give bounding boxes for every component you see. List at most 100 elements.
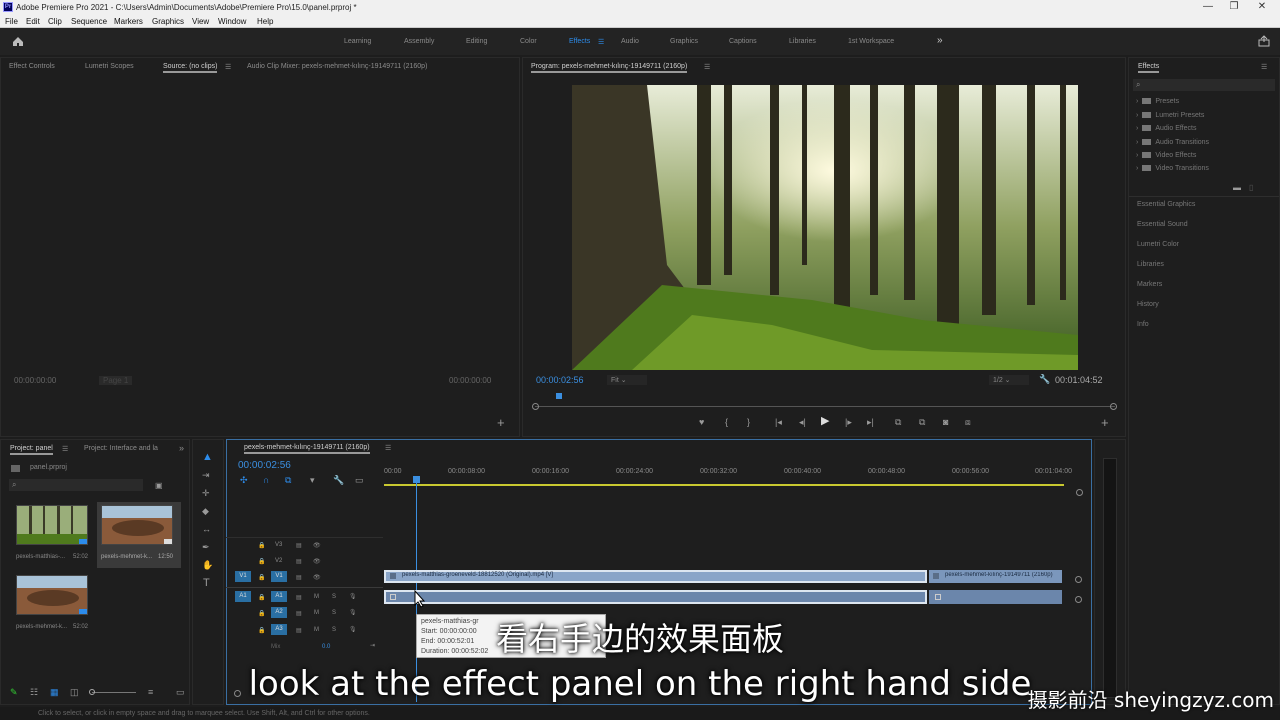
extract-icon[interactable]: ⧉ — [919, 418, 925, 427]
clip-thumbnail-canyon-2[interactable] — [16, 575, 88, 615]
program-playhead[interactable] — [556, 393, 562, 399]
menu-window[interactable]: Window — [218, 17, 246, 26]
effects-item-video-effects[interactable]: › Video Effects — [1136, 152, 1196, 159]
scroll-handle[interactable] — [1076, 489, 1083, 496]
go-to-out-icon[interactable]: ▸| — [867, 418, 874, 427]
menu-help[interactable]: Help — [257, 17, 273, 26]
lift-icon[interactable]: ⧉ — [895, 418, 901, 427]
microphone-icon[interactable]: 🎙 — [349, 593, 357, 600]
step-forward-icon[interactable]: |▸ — [845, 418, 852, 427]
tab-sequence[interactable]: pexels-mehmet-kılınç-19149711 (2160p) — [244, 444, 370, 454]
tab-project-interface[interactable]: Project: Interface and la — [84, 445, 158, 452]
razor-tool-icon[interactable]: ◆ — [202, 507, 209, 516]
lock-icon[interactable]: 🔒 — [258, 574, 265, 581]
mute-button[interactable]: M — [314, 594, 319, 600]
maximize-icon[interactable]: ❐ — [1224, 1, 1244, 12]
captions-icon[interactable]: ▭ — [355, 476, 364, 485]
effects-item-lumetri-presets[interactable]: › Lumetri Presets — [1136, 112, 1204, 119]
menu-graphics[interactable]: Graphics — [152, 17, 184, 26]
effects-item-presets[interactable]: › Presets — [1136, 98, 1179, 105]
tab-source[interactable]: Source: (no clips) — [163, 63, 218, 73]
panel-markers[interactable]: Markers — [1137, 281, 1162, 288]
go-to-in-icon[interactable]: |◂ — [775, 418, 782, 427]
resolution-dropdown[interactable]: 1/2 ⌄ — [989, 375, 1029, 385]
video-clip-2[interactable]: pexels-mehmet-kılınç-19149711 (2160p) — [929, 570, 1062, 583]
mark-out-icon[interactable]: } — [747, 418, 750, 427]
lock-icon[interactable]: 🔒 — [258, 558, 265, 565]
sync-lock-icon[interactable]: ▤ — [296, 558, 302, 565]
workspace-1st[interactable]: 1st Workspace — [848, 38, 894, 45]
new-bin-icon[interactable]: ▬ — [1233, 183, 1241, 192]
wrench-icon[interactable]: 🔧 — [1039, 375, 1050, 384]
panel-libraries[interactable]: Libraries — [1137, 261, 1164, 268]
program-tab-menu-icon[interactable]: ☰ — [704, 63, 710, 71]
add-marker-icon[interactable]: ♥ — [699, 418, 704, 427]
clip-thumbnail-canyon[interactable] — [101, 505, 173, 545]
eye-icon[interactable]: 👁 — [313, 558, 321, 565]
step-back-icon[interactable]: ◂| — [799, 418, 806, 427]
timeline-settings-icon[interactable]: 🔧 — [333, 476, 344, 485]
scrub-end-handle[interactable] — [1110, 403, 1117, 410]
sequence-tab-menu-icon[interactable]: ☰ — [385, 444, 391, 452]
effects-item-audio-effects[interactable]: › Audio Effects — [1136, 125, 1196, 132]
snap-icon[interactable]: ✣ — [240, 476, 248, 485]
add-marker-icon[interactable]: ▾ — [310, 476, 315, 485]
workspace-learning[interactable]: Learning — [344, 38, 371, 45]
solo-button[interactable]: S — [332, 594, 336, 600]
mark-in-icon[interactable]: { — [725, 418, 728, 427]
program-timecode[interactable]: 00:00:02:56 — [536, 375, 584, 385]
source-patch-a1[interactable]: A1 — [235, 591, 251, 602]
minimize-icon[interactable]: — — [1198, 1, 1218, 12]
fit-dropdown[interactable]: Fit ⌄ — [607, 375, 647, 385]
nest-icon[interactable]: ⧉ — [285, 476, 291, 485]
workspace-captions[interactable]: Captions — [729, 38, 757, 45]
workspace-editing[interactable]: Editing — [466, 38, 487, 45]
audio-clip-1[interactable] — [384, 590, 927, 604]
source-patch-v1[interactable]: V1 — [235, 571, 251, 582]
effects-menu-icon[interactable]: ☰ — [1261, 63, 1267, 71]
play-icon[interactable]: ▶ — [821, 416, 829, 427]
source-page-select[interactable]: Page 1 — [99, 376, 133, 385]
tab-effect-controls[interactable]: Effect Controls — [9, 63, 55, 70]
workspace-graphics[interactable]: Graphics — [670, 38, 698, 45]
timeline-timecode[interactable]: 00:00:02:56 — [238, 460, 291, 471]
video-clip-1[interactable]: pexels-matthias-groeneveld-18812520 (Ori… — [384, 570, 927, 583]
panel-essential-graphics[interactable]: Essential Graphics — [1137, 201, 1195, 208]
source-tab-menu-icon[interactable]: ☰ — [225, 63, 231, 71]
tab-lumetri-scopes[interactable]: Lumetri Scopes — [85, 63, 134, 70]
project-overflow-icon[interactable]: » — [179, 443, 184, 453]
work-area-bar[interactable] — [384, 484, 1064, 486]
panel-info[interactable]: Info — [1137, 321, 1149, 328]
add-button-icon[interactable]: + — [497, 416, 505, 429]
tab-program[interactable]: Program: pexels-mehmet-kılınç-19149711 (… — [531, 63, 688, 73]
vscroll-handle[interactable] — [1075, 576, 1082, 583]
lock-icon[interactable]: 🔒 — [258, 542, 265, 549]
menu-sequence[interactable]: Sequence — [71, 17, 107, 26]
menu-edit[interactable]: Edit — [26, 17, 40, 26]
hand-tool-icon[interactable]: ✋ — [202, 561, 213, 570]
program-scrubber[interactable] — [535, 406, 1115, 407]
sync-lock-icon[interactable]: ▤ — [296, 594, 302, 601]
vscroll-handle[interactable] — [1075, 596, 1082, 603]
program-add-button-icon[interactable]: + — [1101, 416, 1109, 429]
project-tab-menu-icon[interactable]: ☰ — [62, 445, 68, 453]
comparison-view-icon[interactable]: ⧈ — [965, 418, 971, 427]
workspace-menu-icon[interactable]: ☰ — [598, 38, 604, 46]
sync-lock-icon[interactable]: ▤ — [296, 542, 302, 549]
workspace-libraries[interactable]: Libraries — [789, 38, 816, 45]
workspace-audio[interactable]: Audio — [621, 38, 639, 45]
slip-tool-icon[interactable]: ↔ — [202, 525, 211, 534]
delete-icon[interactable]: ▯ — [1249, 183, 1253, 192]
menu-view[interactable]: View — [192, 17, 209, 26]
new-bin-icon[interactable]: ▣ — [155, 481, 163, 490]
scrub-start-handle[interactable] — [532, 403, 539, 410]
menu-clip[interactable]: Clip — [48, 17, 62, 26]
workspace-overflow[interactable]: » — [937, 35, 943, 46]
home-icon[interactable] — [12, 36, 24, 47]
effects-item-video-transitions[interactable]: › Video Transitions — [1136, 165, 1209, 172]
pen-tool-icon[interactable]: ✒ — [202, 543, 210, 552]
workspace-effects[interactable]: Effects — [569, 38, 590, 45]
ripple-edit-tool-icon[interactable]: ✛ — [202, 489, 210, 498]
project-search-input[interactable]: ⌕ — [9, 479, 143, 491]
track-a1[interactable]: A1 — [271, 591, 287, 602]
